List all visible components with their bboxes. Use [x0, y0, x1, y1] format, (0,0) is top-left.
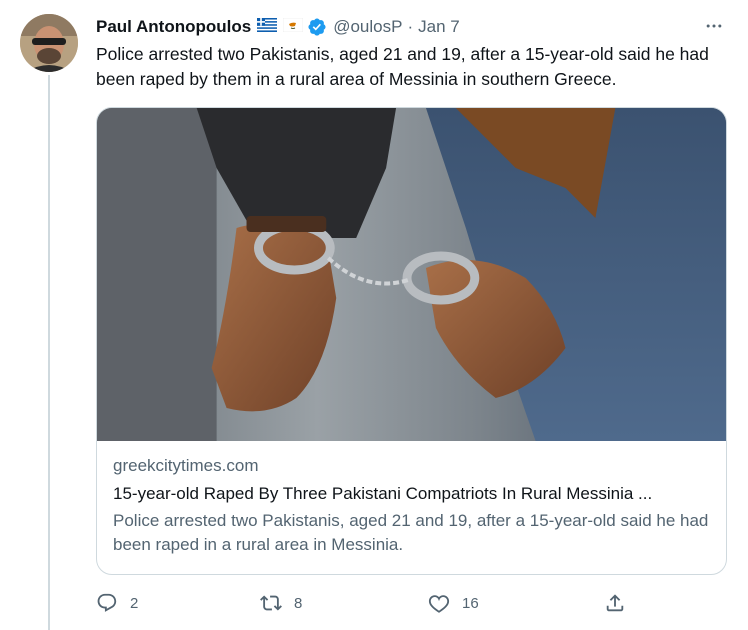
card-domain: greekcitytimes.com	[113, 456, 259, 475]
like-count: 16	[462, 594, 479, 612]
author-handle[interactable]: @oulosP	[333, 17, 402, 37]
card-image	[97, 108, 726, 441]
action-bar: 2 8 16	[96, 592, 636, 618]
share-button[interactable]	[604, 592, 626, 614]
greece-flag-icon	[257, 17, 278, 37]
card-title: 15-year-old Raped By Three Pakistani Com…	[113, 484, 653, 503]
separator: ·	[407, 17, 414, 36]
reply-button[interactable]: 2	[96, 592, 138, 614]
tweet-text: Police arrested two Pakistanis, aged 21 …	[96, 44, 709, 89]
tweet-date[interactable]: Jan 7	[418, 17, 460, 37]
like-button[interactable]: 16	[428, 592, 479, 614]
avatar-image	[20, 14, 78, 72]
more-icon[interactable]	[702, 14, 726, 38]
reply-count: 2	[130, 594, 139, 612]
card-body: greekcitytimes.com 15-year-old Raped By …	[97, 441, 726, 557]
link-card[interactable]: greekcitytimes.com 15-year-old Raped By …	[96, 107, 727, 575]
author-name[interactable]: Paul Antonopoulos	[96, 17, 251, 37]
retweet-icon	[260, 595, 282, 611]
cyprus-flag-icon	[282, 17, 304, 37]
avatar[interactable]	[20, 14, 78, 72]
thread-line	[48, 75, 50, 630]
tweet-header: Paul Antonopoulos @oulosP · Jan 7	[96, 16, 460, 38]
retweet-count: 8	[294, 594, 303, 612]
share-icon	[606, 594, 624, 612]
retweet-button[interactable]: 8	[260, 592, 302, 614]
like-icon	[428, 595, 450, 613]
card-description: Police arrested two Pakistanis, aged 21 …	[113, 511, 709, 554]
verified-icon	[307, 17, 327, 37]
reply-icon	[97, 593, 117, 612]
